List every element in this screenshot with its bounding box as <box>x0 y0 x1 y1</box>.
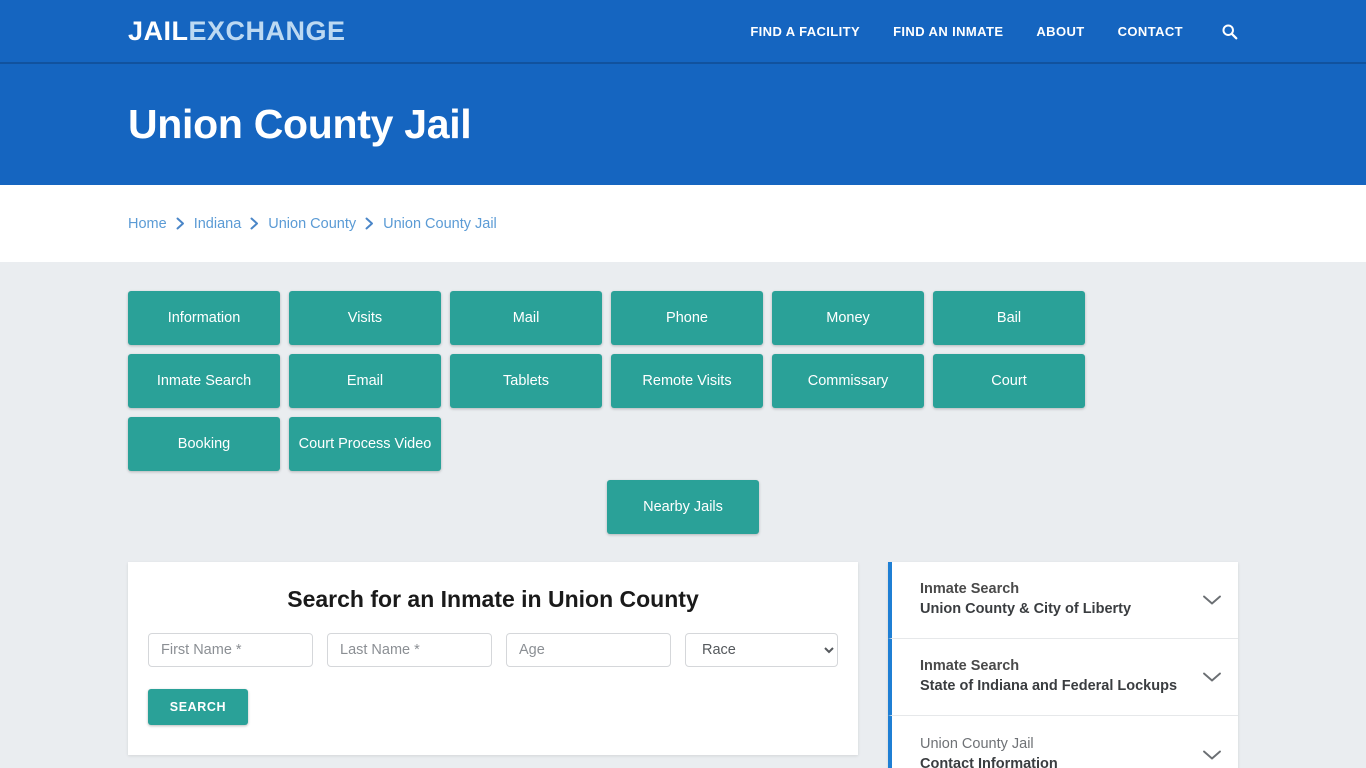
facility-button-visits[interactable]: Visits <box>289 291 441 345</box>
hero-banner: Union County Jail <box>0 64 1366 185</box>
inmate-search-card: Search for an Inmate in Union County Rac… <box>128 562 858 755</box>
right-column: Inmate Search Union County & City of Lib… <box>888 562 1238 768</box>
inmate-search-title: Search for an Inmate in Union County <box>287 586 699 612</box>
facility-button-grid-row-3: Nearby Jails <box>128 480 1238 534</box>
search-icon <box>1222 23 1238 39</box>
site-logo[interactable]: JAILEXCHANGE <box>128 15 346 46</box>
breadcrumb: Home Indiana Union County Union County J… <box>128 216 497 232</box>
facility-button-money[interactable]: Money <box>772 291 924 345</box>
accordion-item-line1: Union County Jail <box>920 735 1034 752</box>
accordion-item-text: Union County Jail Contact Information <box>920 735 1192 768</box>
breadcrumb-item-union-county[interactable]: Union County <box>268 216 356 232</box>
accordion-item-text: Inmate Search Union County & City of Lib… <box>920 580 1192 619</box>
chevron-down-icon <box>1202 594 1222 606</box>
breadcrumb-item-home[interactable]: Home <box>128 216 167 232</box>
facility-button-email[interactable]: Email <box>289 354 441 408</box>
facility-button-inmate-search[interactable]: Inmate Search <box>128 354 280 408</box>
chevron-right-icon <box>176 217 185 230</box>
facility-button-phone[interactable]: Phone <box>611 291 763 345</box>
accordion-item-inmate-search-state[interactable]: Inmate Search State of Indiana and Feder… <box>888 639 1238 716</box>
facility-button-tablets[interactable]: Tablets <box>450 354 602 408</box>
nav-item-find-a-facility[interactable]: FIND A FACILITY <box>750 24 860 39</box>
accordion-item-text: Inmate Search State of Indiana and Feder… <box>920 657 1192 696</box>
facility-button-mail[interactable]: Mail <box>450 291 602 345</box>
facility-button-court[interactable]: Court <box>933 354 1085 408</box>
main-content-area: Information Visits Mail Phone Money Bail… <box>0 262 1366 768</box>
page-title: Union County Jail <box>128 100 472 147</box>
logo-text-secondary: EXCHANGE <box>188 15 346 46</box>
accordion-item-line1: Inmate Search <box>920 658 1020 675</box>
breadcrumb-band: Home Indiana Union County Union County J… <box>0 185 1366 262</box>
facility-button-information[interactable]: Information <box>128 291 280 345</box>
accordion-item-line2: Union County & City of Liberty <box>920 601 1132 617</box>
accordion-item-contact-information[interactable]: Union County Jail Contact Information <box>888 716 1238 768</box>
breadcrumb-item-union-county-jail[interactable]: Union County Jail <box>383 216 497 232</box>
accordion-item-line2: State of Indiana and Federal Lockups <box>920 678 1178 694</box>
breadcrumb-item-indiana[interactable]: Indiana <box>194 216 242 232</box>
main-nav-links: FIND A FACILITY FIND AN INMATE ABOUT CON… <box>750 23 1238 40</box>
accordion-item-inmate-search-county[interactable]: Inmate Search Union County & City of Lib… <box>888 562 1238 639</box>
age-input[interactable] <box>506 633 671 667</box>
lower-columns: Search for an Inmate in Union County Rac… <box>128 562 1238 768</box>
first-name-input[interactable] <box>148 633 313 667</box>
nav-item-about[interactable]: ABOUT <box>1036 24 1084 39</box>
facility-button-grid: Information Visits Mail Phone Money Bail… <box>128 291 1238 471</box>
facility-button-nearby-jails[interactable]: Nearby Jails <box>607 480 759 534</box>
facility-button-court-process-video[interactable]: Court Process Video <box>289 417 441 471</box>
nav-search-button[interactable] <box>1221 23 1238 40</box>
inmate-search-fields: Race <box>148 633 838 667</box>
chevron-down-icon <box>1202 671 1222 683</box>
facility-button-remote-visits[interactable]: Remote Visits <box>611 354 763 408</box>
nav-item-find-an-inmate[interactable]: FIND AN INMATE <box>893 24 1003 39</box>
facility-button-booking[interactable]: Booking <box>128 417 280 471</box>
race-select[interactable]: Race <box>685 633 838 667</box>
left-column: Search for an Inmate in Union County Rac… <box>128 562 858 768</box>
facility-button-commissary[interactable]: Commissary <box>772 354 924 408</box>
nav-item-contact[interactable]: CONTACT <box>1118 24 1183 39</box>
facility-button-bail[interactable]: Bail <box>933 291 1085 345</box>
logo-text-primary: JAIL <box>128 15 189 46</box>
top-navigation-bar: JAILEXCHANGE FIND A FACILITY FIND AN INM… <box>0 0 1366 64</box>
chevron-right-icon <box>365 217 374 230</box>
last-name-input[interactable] <box>327 633 492 667</box>
chevron-right-icon <box>250 217 259 230</box>
accordion-item-line1: Inmate Search <box>920 581 1020 598</box>
chevron-down-icon <box>1202 749 1222 761</box>
inmate-search-submit-button[interactable]: SEARCH <box>148 689 248 725</box>
sidebar-accordion: Inmate Search Union County & City of Lib… <box>888 562 1238 768</box>
accordion-item-line2: Contact Information <box>920 755 1058 768</box>
